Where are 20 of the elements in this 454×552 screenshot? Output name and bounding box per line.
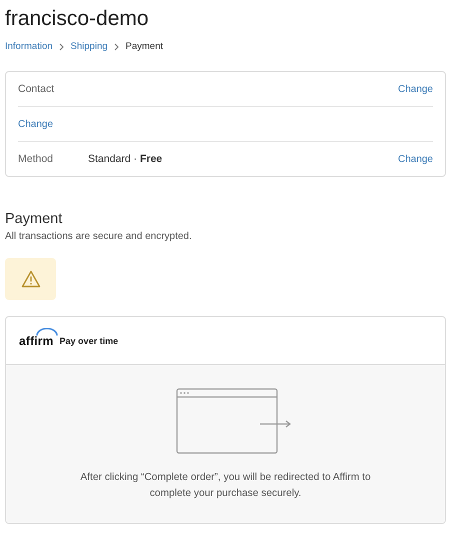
change-link[interactable]: Change xyxy=(398,154,433,164)
chevron-icon xyxy=(58,42,65,50)
arc-icon xyxy=(36,328,58,336)
section-subtitle: All transactions are secure and encrypted. xyxy=(5,231,193,242)
breadcrumb-link[interactable]: Shipping xyxy=(70,41,108,52)
breadcrumb-link[interactable]: Information xyxy=(5,41,53,52)
breadcrumb-link[interactable]: Payment xyxy=(126,41,164,52)
method-title: Pay over time xyxy=(60,336,118,346)
row-label: Method xyxy=(18,153,54,165)
section-heading: Payment xyxy=(5,211,64,227)
redirect-message: After clicking “Complete order”, you will be redirected to Affirm to complete your purchase securely. xyxy=(79,471,372,501)
chevron-icon xyxy=(114,42,120,50)
change-link[interactable]: Change xyxy=(398,84,433,94)
row-label: Contact xyxy=(18,83,56,95)
warning-icon xyxy=(20,270,40,288)
redirect-window-icon xyxy=(176,388,294,454)
row-value: Standard · Free xyxy=(88,153,162,165)
store-title: francisco-demo xyxy=(5,6,150,32)
affirm-logo: affirm xyxy=(19,334,54,348)
change-link[interactable]: Change xyxy=(18,118,54,130)
